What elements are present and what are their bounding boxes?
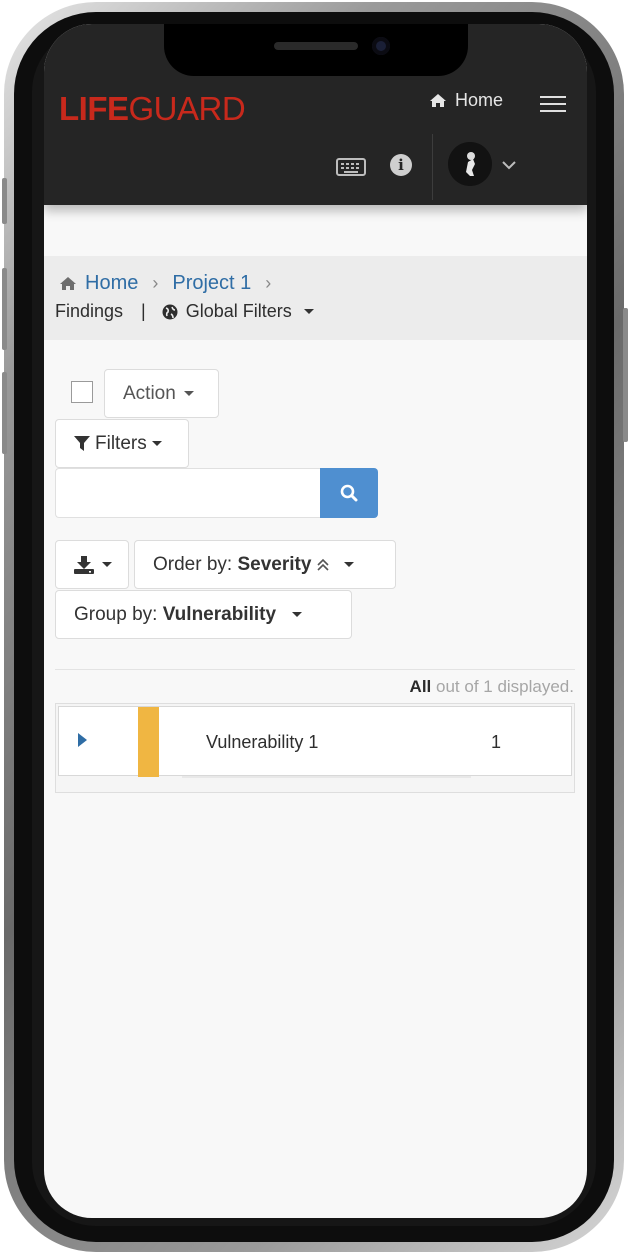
- search-icon: [340, 484, 358, 502]
- nav-divider: [432, 134, 433, 200]
- phone-screen: LIFEGUARD Home i Home › Project 1 › Find…: [44, 24, 587, 1218]
- table-top-border: [55, 669, 575, 670]
- caret-down-icon: [102, 562, 112, 567]
- displayed-count: All out of 1 displayed.: [410, 677, 574, 697]
- caret-right-icon[interactable]: [78, 733, 87, 747]
- info-icon[interactable]: i: [390, 154, 412, 176]
- download-icon: [74, 555, 94, 574]
- group-by-value: Vulnerability: [162, 603, 277, 625]
- speaker: [274, 42, 358, 50]
- filters-label: Filters: [95, 432, 147, 454]
- global-filters-label: Global Filters: [185, 301, 292, 321]
- order-by-dropdown-button[interactable]: Order by: Severity: [134, 540, 396, 589]
- camera: [372, 37, 390, 55]
- side-button-power: [623, 308, 628, 442]
- order-by-value: Severity: [237, 553, 312, 575]
- displayed-count-rest: out of 1 displayed.: [431, 677, 574, 696]
- chevron-right-icon: ›: [152, 273, 159, 293]
- side-button-volume-down: [2, 372, 7, 454]
- breadcrumb-current-row: Findings | Global Filters: [55, 301, 314, 322]
- keyboard-icon[interactable]: [336, 158, 366, 181]
- hamburger-menu-icon[interactable]: [540, 96, 566, 114]
- filter-icon: [74, 436, 90, 451]
- sort-ascending-icon: [317, 558, 330, 571]
- side-button-volume-up: [2, 268, 7, 350]
- search-input[interactable]: [55, 468, 321, 518]
- row-divider: [182, 776, 471, 778]
- notch: [164, 24, 468, 76]
- caret-down-icon: [183, 391, 194, 396]
- search-button[interactable]: [320, 468, 378, 518]
- table-row[interactable]: Vulnerability 1 1: [58, 706, 572, 778]
- finding-count: 1: [491, 732, 502, 752]
- chevron-right-icon: ›: [265, 273, 272, 293]
- filters-dropdown-button[interactable]: Filters: [55, 419, 189, 468]
- globe-icon: [162, 304, 178, 319]
- breadcrumb-divider: |: [141, 301, 146, 321]
- action-label: Action: [123, 382, 176, 404]
- home-icon: [430, 94, 446, 107]
- order-by-prefix: Order by:: [153, 553, 238, 575]
- breadcrumb-project-link[interactable]: Project 1: [172, 272, 251, 295]
- group-by-prefix: Group by:: [74, 603, 163, 625]
- lifeguard-logo[interactable]: LIFEGUARD: [59, 90, 246, 127]
- logo-bold-text: LIFE: [59, 90, 129, 127]
- caret-down-icon: [344, 562, 355, 567]
- chevron-down-icon[interactable]: [502, 157, 516, 175]
- group-by-dropdown-button[interactable]: Group by: Vulnerability: [55, 590, 352, 639]
- select-all-checkbox[interactable]: [71, 381, 93, 403]
- displayed-count-bold: All: [409, 677, 432, 696]
- nav-home-label: Home: [455, 90, 504, 110]
- breadcrumb-trail: Home › Project 1 ›: [59, 272, 285, 295]
- side-button-mute: [2, 178, 7, 224]
- caret-down-icon: [151, 441, 162, 446]
- caret-down-icon: [303, 309, 314, 314]
- vulnerability-name: Vulnerability 1: [206, 732, 319, 752]
- home-icon: [60, 277, 76, 290]
- breadcrumb-current: Findings: [55, 301, 124, 321]
- export-dropdown-button[interactable]: [55, 540, 129, 589]
- caret-down-icon: [292, 612, 303, 617]
- action-dropdown-button[interactable]: Action: [104, 369, 219, 418]
- findings-table: Vulnerability 1 1: [55, 703, 575, 793]
- avatar[interactable]: [448, 142, 492, 186]
- logo-rest-text: GUARD: [128, 90, 246, 127]
- global-filters-dropdown[interactable]: Global Filters: [162, 301, 314, 322]
- breadcrumb: Home › Project 1 › Findings | Global Fil…: [44, 256, 587, 340]
- breadcrumb-home-link[interactable]: Home: [85, 272, 138, 295]
- nav-home-link[interactable]: Home: [429, 90, 503, 111]
- severity-indicator: [138, 707, 159, 777]
